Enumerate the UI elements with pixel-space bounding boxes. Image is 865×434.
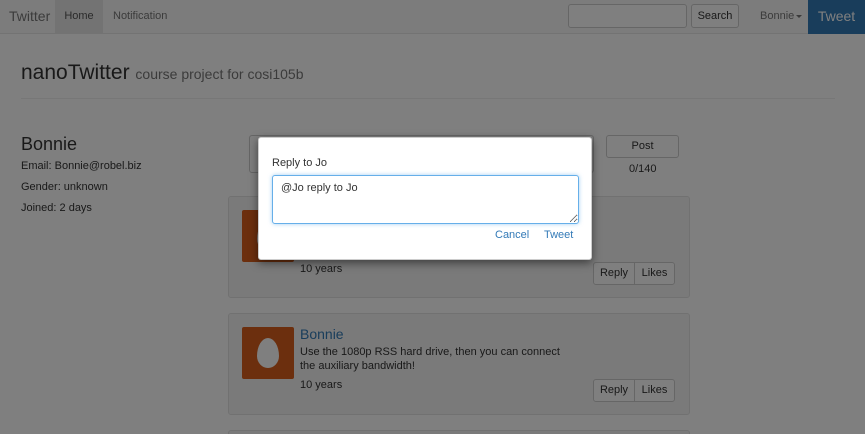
reply-modal: Reply to Jo @Jo reply to Jo Cancel Tweet [258, 137, 592, 260]
reply-textarea[interactable]: @Jo reply to Jo [272, 175, 579, 224]
cancel-button[interactable]: Cancel [495, 229, 529, 241]
tweet-button[interactable]: Tweet [544, 229, 573, 241]
modal-label: Reply to Jo [272, 157, 328, 169]
